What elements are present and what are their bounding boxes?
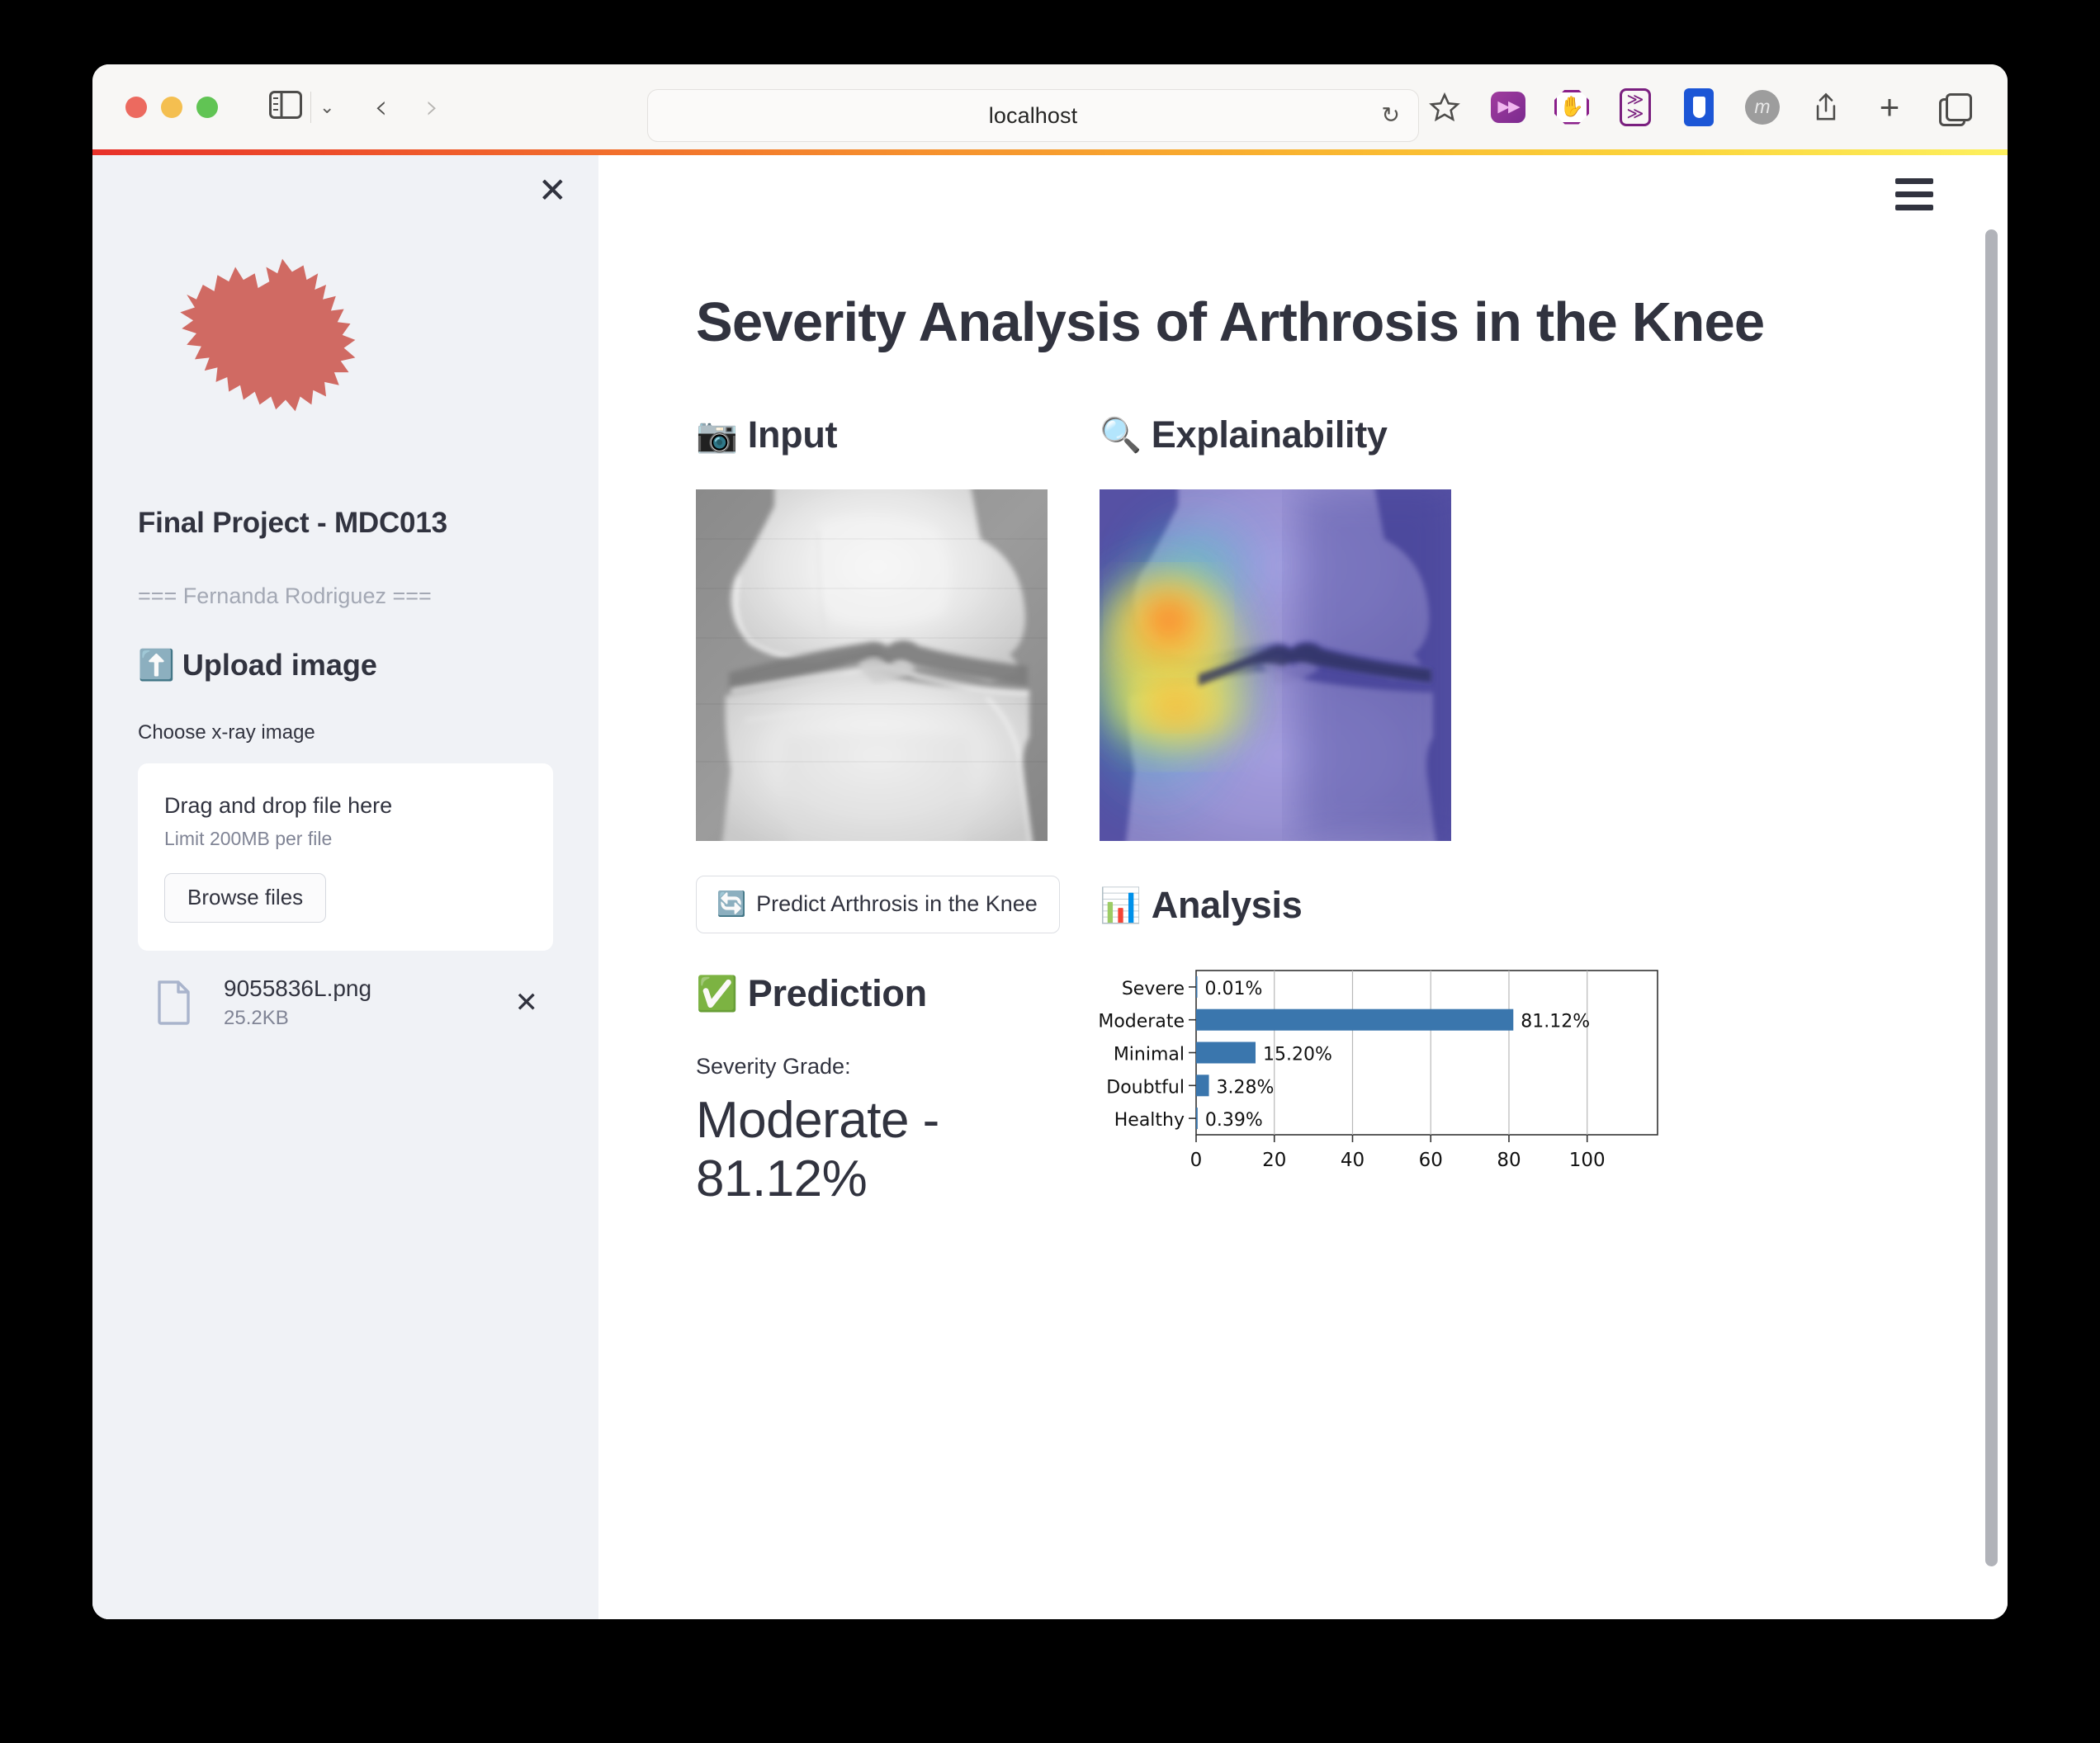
- analysis-chart: 0.01% Severe 81.12% Moderate 15.20% Minimal 3.…: [1100, 966, 1664, 1180]
- notes-extension-icon[interactable]: ≫≫: [1617, 89, 1653, 125]
- browser-window: ⌄ ‹ › localhost ↻ ▶▶ ✋ ≫≫: [92, 64, 2008, 1619]
- predict-button-label: Predict Arthrosis in the Knee: [756, 891, 1038, 917]
- svg-text:Healthy: Healthy: [1114, 1110, 1185, 1131]
- analysis-section-label: Analysis: [1152, 884, 1303, 927]
- svg-text:15.20%: 15.20%: [1263, 1045, 1332, 1065]
- navigation-buttons: ‹ ›: [364, 91, 448, 124]
- shield-extension-icon[interactable]: [1681, 89, 1717, 125]
- streamlit-accent-bar: [92, 149, 2008, 155]
- content-columns: 📷 Input: [696, 413, 2008, 1208]
- forward-button[interactable]: ›: [415, 91, 448, 124]
- explainability-section-label: Explainability: [1152, 413, 1388, 456]
- bookmark-star-icon[interactable]: [1426, 89, 1463, 125]
- fast-forward-extension-icon[interactable]: ▶▶: [1490, 89, 1526, 125]
- share-icon[interactable]: [1808, 89, 1844, 125]
- explainability-section-heading: 🔍 Explainability: [1100, 413, 1466, 456]
- window-traffic-lights: [125, 97, 218, 118]
- probability-bar-chart: 0.01% Severe 81.12% Moderate 15.20% Minimal 3.…: [1100, 966, 1664, 1180]
- reload-icon[interactable]: ↻: [1381, 103, 1400, 129]
- explainability-heatmap-image: [1100, 489, 1451, 841]
- input-xray-image: [696, 489, 1048, 841]
- knee-xray-graphic: [696, 489, 1048, 841]
- page-title: Severity Analysis of Arthrosis in the Kn…: [696, 290, 2008, 354]
- toolbar-right-icons: ▶▶ ✋ ≫≫ m +: [1426, 64, 1971, 149]
- svg-text:0: 0: [1190, 1150, 1203, 1171]
- predict-button[interactable]: 🔄 Predict Arthrosis in the Knee: [696, 876, 1060, 933]
- browse-files-button[interactable]: Browse files: [164, 873, 326, 923]
- gradcam-heatmap-graphic: [1100, 489, 1451, 841]
- page-scrollbar[interactable]: [1985, 229, 1998, 1566]
- svg-text:60: 60: [1419, 1150, 1443, 1171]
- close-window-button[interactable]: [125, 97, 147, 118]
- address-bar[interactable]: localhost ↻: [647, 89, 1419, 142]
- severity-grade-value: Moderate - 81.12%: [696, 1091, 1062, 1208]
- svg-text:3.28%: 3.28%: [1217, 1077, 1275, 1098]
- sidebar: ✕ Final Project - MDC013 === Fernanda Ro…: [92, 155, 598, 1619]
- app-logo: [140, 243, 553, 465]
- svg-text:80: 80: [1497, 1150, 1521, 1171]
- analysis-section-heading: 📊 Analysis: [1100, 884, 1466, 927]
- svg-text:Severe: Severe: [1122, 979, 1185, 999]
- input-section-label: Input: [748, 413, 837, 456]
- chevron-down-icon[interactable]: ⌄: [319, 98, 334, 116]
- svg-text:Minimal: Minimal: [1114, 1045, 1185, 1065]
- explainability-column: 🔍 Explainability: [1100, 413, 1466, 1208]
- app-body: ✕ Final Project - MDC013 === Fernanda Ro…: [92, 155, 2008, 1619]
- browser-toolbar: ⌄ ‹ › localhost ↻ ▶▶ ✋ ≫≫: [92, 64, 2008, 149]
- hamburger-menu-icon[interactable]: [1895, 178, 1933, 210]
- tab-overview-icon[interactable]: [1935, 89, 1971, 125]
- svg-text:Doubtful: Doubtful: [1106, 1077, 1185, 1098]
- dropzone-title: Drag and drop file here: [164, 793, 527, 819]
- dropzone-limit-text: Limit 200MB per file: [164, 828, 527, 850]
- adblock-extension-icon[interactable]: ✋: [1554, 89, 1590, 125]
- magnifier-icon: 🔍: [1100, 415, 1142, 456]
- url-text: localhost: [989, 103, 1077, 129]
- back-button[interactable]: ‹: [364, 91, 397, 124]
- svg-text:100: 100: [1569, 1150, 1606, 1171]
- file-name: 9055836L.png: [224, 975, 515, 1002]
- sidebar-author: === Fernanda Rodriguez ===: [138, 583, 553, 609]
- file-icon: [156, 980, 192, 1025]
- bar-chart-icon: 📊: [1100, 886, 1142, 926]
- file-size: 25.2KB: [224, 1007, 515, 1030]
- sidebar-close-button[interactable]: ✕: [538, 173, 567, 208]
- svg-text:20: 20: [1262, 1150, 1286, 1171]
- minimize-window-button[interactable]: [161, 97, 182, 118]
- svg-text:81.12%: 81.12%: [1521, 1012, 1590, 1032]
- upload-image-heading: ⬆️ Upload image: [138, 648, 553, 683]
- zoom-window-button[interactable]: [196, 97, 218, 118]
- account-avatar-icon[interactable]: m: [1744, 89, 1781, 125]
- new-tab-icon[interactable]: +: [1871, 89, 1908, 125]
- sidebar-icon[interactable]: [269, 91, 302, 123]
- upload-image-label: Upload image: [182, 648, 377, 683]
- file-dropzone[interactable]: Drag and drop file here Limit 200MB per …: [138, 763, 553, 951]
- main-content: Severity Analysis of Arthrosis in the Kn…: [598, 155, 2008, 1619]
- check-mark-icon: ✅: [696, 974, 738, 1014]
- svg-text:0.39%: 0.39%: [1205, 1110, 1263, 1131]
- input-column: 📷 Input: [696, 413, 1062, 1208]
- choose-xray-label: Choose x-ray image: [138, 721, 553, 744]
- sidebar-toggle-group[interactable]: ⌄: [269, 91, 334, 123]
- svg-text:0.01%: 0.01%: [1205, 979, 1263, 999]
- file-meta: 9055836L.png 25.2KB: [224, 975, 515, 1030]
- toolbar-divider: [310, 92, 311, 123]
- fractal-logo-icon: [140, 243, 383, 465]
- svg-text:Moderate: Moderate: [1100, 1012, 1185, 1032]
- upload-arrow-icon: ⬆️: [138, 648, 175, 683]
- uploaded-file-row: 9055836L.png 25.2KB ✕: [138, 975, 553, 1030]
- prediction-section-label: Prediction: [748, 972, 927, 1015]
- remove-file-button[interactable]: ✕: [515, 986, 539, 1019]
- refresh-icon: 🔄: [717, 890, 746, 919]
- input-section-heading: 📷 Input: [696, 413, 1062, 456]
- severity-grade-label: Severity Grade:: [696, 1054, 1062, 1079]
- svg-text:40: 40: [1341, 1150, 1365, 1171]
- camera-icon: 📷: [696, 415, 738, 456]
- prediction-section-heading: ✅ Prediction: [696, 972, 1062, 1015]
- sidebar-title: Final Project - MDC013: [138, 507, 553, 540]
